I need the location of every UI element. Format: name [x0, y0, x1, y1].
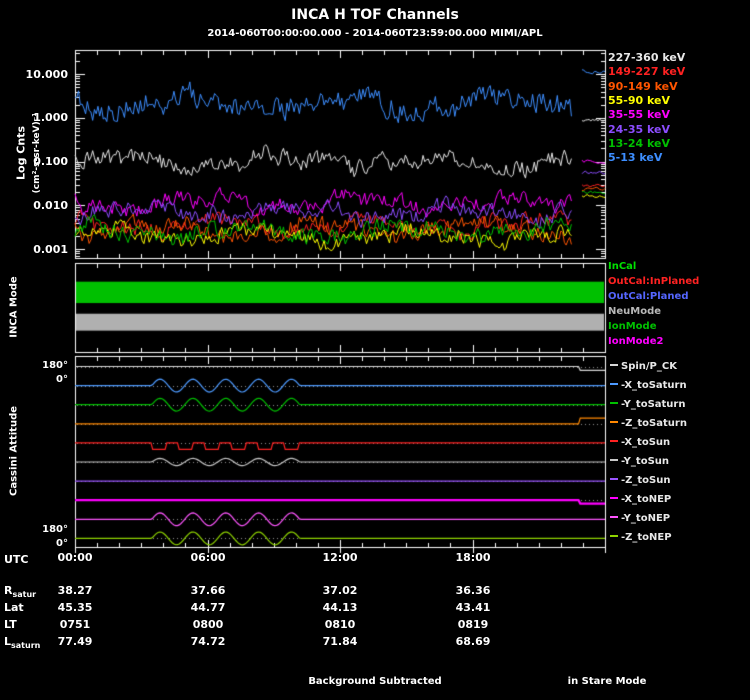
- eph-row-label-r: Rsatur: [4, 584, 36, 599]
- attitude-y-axis-label: Cassini Attitude: [8, 405, 20, 497]
- inca-plot-screen: INCA H TOF Channels 2014-060T00:00:00.00…: [0, 0, 750, 700]
- eph-label-sub: saturn: [11, 641, 41, 651]
- legend-mode-incal: InCal: [608, 261, 637, 272]
- page-title: INCA H TOF Channels: [291, 7, 459, 23]
- legend-mode-outcal-planed: OutCal:Planed: [608, 291, 689, 302]
- counts-y-axis-label: Log Cnts: [14, 126, 28, 180]
- eph-lat-1: 44.77: [190, 601, 226, 614]
- series-color-dash: [610, 364, 618, 366]
- eph-row-label-lat: Lat: [4, 601, 24, 616]
- eph-label-sub: satur: [12, 590, 37, 600]
- ytick-0p01: 0.010: [33, 199, 68, 212]
- ytick-10: 10.000: [25, 68, 68, 81]
- legend-energy-13-24: 13-24 keV: [608, 137, 671, 150]
- legend-attitude-name: -X_toSaturn: [621, 380, 687, 391]
- eph-label-main: L: [4, 635, 12, 648]
- eph-l-3: 68.69: [455, 635, 491, 648]
- eph-lt-0: 0751: [59, 618, 91, 631]
- counts-y-axis-units: (cm²-s-sr-keV)⁻¹: [32, 112, 42, 194]
- legend-attitude-z-nep: -Z_toNEP: [610, 532, 672, 543]
- page-subtitle: 2014-060T00:00:00.000 - 2014-060T23:59:0…: [207, 28, 543, 39]
- xtick-1200: 12:00: [322, 551, 358, 564]
- series-color-dash: [610, 535, 618, 537]
- xtick-1800: 18:00: [455, 551, 491, 564]
- eph-lt-1: 0800: [192, 618, 224, 631]
- legend-energy-149-227: 149-227 keV: [608, 65, 686, 78]
- legend-attitude-name: -Y_toNEP: [621, 513, 671, 524]
- eph-r-0: 38.27: [57, 584, 93, 597]
- legend-mode-outcal-inplaned: OutCal:InPlaned: [608, 276, 700, 287]
- legend-attitude-y-sun: -Y_toSun: [610, 456, 669, 467]
- legend-energy-55-90: 55-90 keV: [608, 94, 671, 107]
- eph-label-main: Lat: [4, 601, 24, 614]
- eph-l-1: 74.72: [190, 635, 226, 648]
- legend-energy-227-360: 227-360 keV: [608, 51, 686, 64]
- legend-attitude-z-sun: -Z_toSun: [610, 475, 671, 486]
- series-color-dash: [610, 478, 618, 480]
- series-color-dash: [610, 402, 618, 404]
- legend-mode-ionmode2: IonMode2: [608, 336, 664, 347]
- eph-row-label-lt: LT: [4, 618, 17, 633]
- xtick-0600: 06:00: [190, 551, 226, 564]
- legend-attitude-name: Spin/P_CK: [621, 361, 677, 372]
- degree-label-bottom-0: 0°: [56, 538, 68, 549]
- legend-mode-ionmode: IonMode: [608, 321, 657, 332]
- ytick-0p1: 0.100: [33, 155, 68, 168]
- legend-attitude-name: -Z_toSun: [621, 475, 671, 486]
- ytick-1: 1.000: [33, 111, 68, 124]
- legend-mode-neumode: NeuMode: [608, 306, 662, 317]
- xtick-0000: 00:00: [57, 551, 93, 564]
- legend-energy-5-13: 5-13 keV: [608, 151, 663, 164]
- legend-attitude-y-saturn: -Y_toSaturn: [610, 399, 685, 410]
- eph-row-label-l: Lsaturn: [4, 635, 40, 650]
- legend-attitude-name: -X_toNEP: [621, 494, 672, 505]
- eph-lat-2: 44.13: [322, 601, 358, 614]
- mode-y-axis-label: INCA Mode: [8, 276, 20, 338]
- legend-energy-24-35: 24-35 keV: [608, 123, 671, 136]
- utc-label: UTC: [4, 553, 29, 566]
- eph-label-main: LT: [4, 618, 17, 631]
- eph-r-1: 37.66: [190, 584, 226, 597]
- eph-lat-3: 43.41: [455, 601, 491, 614]
- legend-attitude-name: -Z_toNEP: [621, 532, 672, 543]
- eph-r-3: 36.36: [455, 584, 491, 597]
- ytick-0p001: 0.001: [33, 243, 68, 256]
- eph-l-2: 71.84: [322, 635, 358, 648]
- legend-attitude-name: -Y_toSaturn: [621, 399, 686, 410]
- legend-attitude-x-saturn: -X_toSaturn: [610, 380, 687, 391]
- series-color-dash: [610, 497, 618, 499]
- footer-note-background-subtracted: Background Subtracted: [308, 676, 442, 687]
- legend-attitude-name: -X_toSun: [621, 437, 671, 448]
- series-color-dash: [610, 516, 618, 518]
- series-color-dash: [610, 459, 618, 461]
- degree-label-top-0: 0°: [56, 374, 68, 385]
- degree-label-top-180: 180°: [42, 360, 68, 371]
- legend-attitude-name: -Z_toSaturn: [621, 418, 687, 429]
- eph-lt-2: 0810: [324, 618, 356, 631]
- legend-attitude-spin: Spin/P_CK: [610, 361, 677, 372]
- series-color-dash: [610, 383, 618, 385]
- legend-energy-90-149: 90-149 keV: [608, 80, 678, 93]
- eph-lt-3: 0819: [457, 618, 489, 631]
- legend-energy-35-55: 35-55 keV: [608, 108, 671, 121]
- legend-attitude-x-sun: -X_toSun: [610, 437, 670, 448]
- eph-r-2: 37.02: [322, 584, 358, 597]
- legend-attitude-name: -Y_toSun: [621, 456, 670, 467]
- eph-l-0: 77.49: [57, 635, 93, 648]
- legend-attitude-x-nep: -X_toNEP: [610, 494, 671, 505]
- footer-note-stare-mode: in Stare Mode: [567, 676, 647, 687]
- legend-attitude-y-nep: -Y_toNEP: [610, 513, 670, 524]
- eph-lat-0: 45.35: [57, 601, 93, 614]
- degree-label-bottom-180: 180°: [42, 524, 68, 535]
- legend-attitude-z-saturn: -Z_toSaturn: [610, 418, 687, 429]
- series-color-dash: [610, 440, 618, 442]
- series-color-dash: [610, 421, 618, 423]
